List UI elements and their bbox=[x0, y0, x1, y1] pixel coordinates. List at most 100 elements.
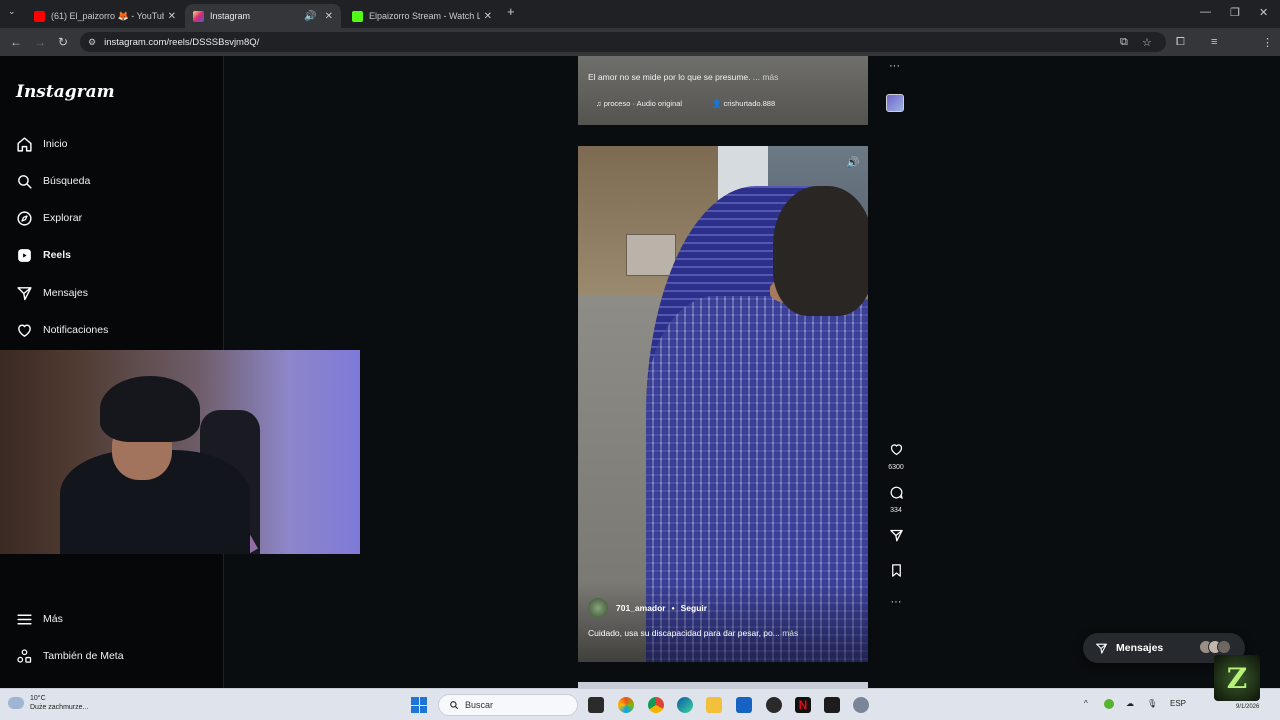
more-options-icon[interactable]: ··· bbox=[889, 60, 900, 72]
instagram-favicon-icon bbox=[193, 10, 204, 22]
tray-app-icon[interactable] bbox=[1104, 699, 1114, 709]
save-button[interactable] bbox=[885, 563, 907, 583]
reel-video[interactable]: 🔊 701_amador • Seguir Cuidado, usa su di… bbox=[578, 146, 868, 662]
back-icon[interactable]: ← bbox=[10, 35, 22, 49]
comment-button[interactable]: 334 bbox=[885, 485, 907, 514]
onedrive-icon[interactable]: ☁ bbox=[1126, 699, 1134, 708]
send-icon bbox=[1096, 643, 1107, 654]
avatar bbox=[1217, 640, 1231, 654]
netflix-icon[interactable]: N bbox=[795, 697, 811, 713]
speaker-icon[interactable]: 🔊 bbox=[304, 11, 316, 22]
audio-label[interactable]: ♫ proceso · Audio original bbox=[596, 99, 682, 108]
sidebar-item-label: Búsqueda bbox=[43, 175, 91, 187]
close-tab-icon[interactable]: ✕ bbox=[484, 11, 492, 22]
microphone-icon[interactable]: 🎙 bbox=[1147, 699, 1157, 708]
caption-text: El amor no se mide por lo que se presume… bbox=[588, 72, 751, 82]
obs-icon[interactable] bbox=[766, 697, 782, 713]
search-placeholder: Buscar bbox=[465, 700, 494, 710]
copilot-icon[interactable] bbox=[618, 697, 634, 713]
reels-icon bbox=[18, 248, 31, 262]
sidebar-item-inicio[interactable]: Inicio bbox=[16, 134, 68, 154]
webcam-overlay bbox=[0, 350, 360, 554]
taskbar-date[interactable]: 9/1/2026 bbox=[1236, 704, 1259, 710]
new-tab-button[interactable]: + bbox=[507, 4, 515, 19]
comment-count: 334 bbox=[890, 507, 902, 514]
bookmark-star-icon[interactable]: ☆ bbox=[1142, 36, 1152, 49]
menu-icon bbox=[17, 614, 32, 624]
address-bar[interactable]: ⚙ instagram.com/reels/DSSSBsvjm8Q/ bbox=[80, 32, 1166, 52]
sidebar-item-mensajes[interactable]: Mensajes bbox=[16, 283, 88, 303]
tab-kick[interactable]: Elpaizorro Stream - Watch Live ✕ bbox=[344, 4, 500, 28]
more-link[interactable]: ... más bbox=[751, 72, 779, 82]
meta-icon bbox=[17, 648, 32, 663]
heart-icon bbox=[18, 323, 31, 337]
more-link[interactable]: ... más bbox=[773, 628, 799, 638]
close-tab-icon[interactable]: ✕ bbox=[325, 11, 333, 22]
bookmark-icon bbox=[891, 564, 901, 577]
windows-taskbar: 10°C Duże zachmurze... Buscar N ^ ☁ 🎙 ES… bbox=[0, 688, 1280, 720]
follow-button[interactable]: Seguir bbox=[681, 603, 707, 613]
reload-icon[interactable]: ↻ bbox=[58, 35, 68, 49]
close-tab-icon[interactable]: ✕ bbox=[168, 11, 176, 22]
edge-icon[interactable] bbox=[677, 697, 693, 713]
sidebar-item-notificaciones[interactable]: Notificaciones bbox=[16, 320, 108, 340]
windows-start-icon[interactable] bbox=[411, 697, 427, 713]
compass-icon bbox=[17, 210, 32, 226]
author-username[interactable]: 701_amador bbox=[616, 603, 666, 613]
like-button[interactable]: 6300 bbox=[885, 442, 907, 471]
share-button[interactable] bbox=[885, 528, 907, 548]
sidebar-item-explorar[interactable]: Explorar bbox=[16, 208, 82, 228]
close-window-icon[interactable]: ✕ bbox=[1259, 6, 1268, 19]
forward-icon[interactable]: → bbox=[34, 35, 46, 49]
sidebar-item-label: Explorar bbox=[43, 212, 83, 224]
reel-author-row: 701_amador • Seguir bbox=[588, 598, 707, 618]
more-options-icon[interactable]: ··· bbox=[885, 596, 907, 608]
chrome-icon[interactable] bbox=[648, 697, 664, 713]
maximize-icon[interactable]: ❐ bbox=[1230, 6, 1240, 19]
caption-text: Cuidado, usa su discapacidad para dar pe… bbox=[588, 628, 773, 638]
site-info-icon[interactable]: ⚙ bbox=[88, 37, 96, 48]
install-app-icon[interactable]: ⧉ bbox=[1120, 36, 1128, 49]
sidebar-item-busqueda[interactable]: Búsqueda bbox=[16, 171, 90, 191]
sidebar-item-label: Más bbox=[43, 613, 63, 625]
weather-widget[interactable]: 10°C Duże zachmurze... bbox=[8, 694, 88, 712]
separator-dot: • bbox=[671, 603, 675, 613]
url-text: instagram.com/reels/DSSSBsvjm8Q/ bbox=[104, 36, 260, 48]
audio-thumbnail[interactable] bbox=[886, 94, 904, 112]
tab-search-icon[interactable]: ⌄ bbox=[8, 6, 16, 17]
youtube-favicon-icon bbox=[34, 10, 45, 22]
tab-instagram[interactable]: Instagram 🔊 ✕ bbox=[185, 4, 341, 28]
reel-previous[interactable]: El amor no se mide por lo que se presume… bbox=[578, 56, 868, 125]
author-avatar[interactable] bbox=[588, 598, 608, 618]
tagged-user[interactable]: 👤 crishurtado.888 bbox=[712, 99, 775, 108]
instagram-logo[interactable]: Instagram bbox=[16, 82, 115, 102]
tray-chevron-icon[interactable]: ^ bbox=[1084, 699, 1088, 708]
task-view-icon[interactable] bbox=[588, 697, 604, 713]
sound-icon[interactable]: 🔊 bbox=[846, 156, 860, 169]
messages-label: Mensajes bbox=[1116, 642, 1164, 654]
settings-icon[interactable] bbox=[853, 697, 869, 713]
weather-desc: Duże zachmurze... bbox=[30, 704, 89, 711]
language-indicator[interactable]: ESP bbox=[1170, 699, 1186, 708]
file-explorer-icon[interactable] bbox=[706, 697, 722, 713]
browser-menu-icon[interactable]: ⋮ bbox=[1262, 36, 1273, 49]
browser-tab-bar: ⌄ (61) El_paizorro 🦊 - YouTube ✕ Instagr… bbox=[0, 0, 1280, 28]
tab-title: Elpaizorro Stream - Watch Live bbox=[369, 11, 480, 21]
media-control-icon[interactable]: ≡ bbox=[1211, 36, 1217, 48]
capcut-icon[interactable] bbox=[824, 697, 840, 713]
home-icon bbox=[17, 136, 32, 152]
sidebar-item-label: Mensajes bbox=[43, 287, 88, 299]
minimize-icon[interactable]: — bbox=[1200, 6, 1211, 18]
sidebar-item-mas[interactable]: Más bbox=[16, 609, 63, 629]
caption-gradient bbox=[578, 582, 868, 662]
taskbar-search[interactable]: Buscar bbox=[438, 694, 578, 716]
weather-temp: 10°C bbox=[30, 695, 46, 702]
extensions-icon[interactable]: ⧠ bbox=[1176, 36, 1185, 49]
store-icon[interactable] bbox=[736, 697, 752, 713]
sidebar-item-tambien-de-meta[interactable]: También de Meta bbox=[16, 646, 124, 666]
sidebar-item-label: Reels bbox=[43, 249, 72, 261]
tab-youtube[interactable]: (61) El_paizorro 🦊 - YouTube ✕ bbox=[26, 4, 184, 28]
sidebar-item-reels[interactable]: Reels bbox=[16, 245, 71, 265]
search-icon bbox=[450, 701, 459, 710]
tab-title: (61) El_paizorro 🦊 - YouTube bbox=[51, 10, 164, 21]
